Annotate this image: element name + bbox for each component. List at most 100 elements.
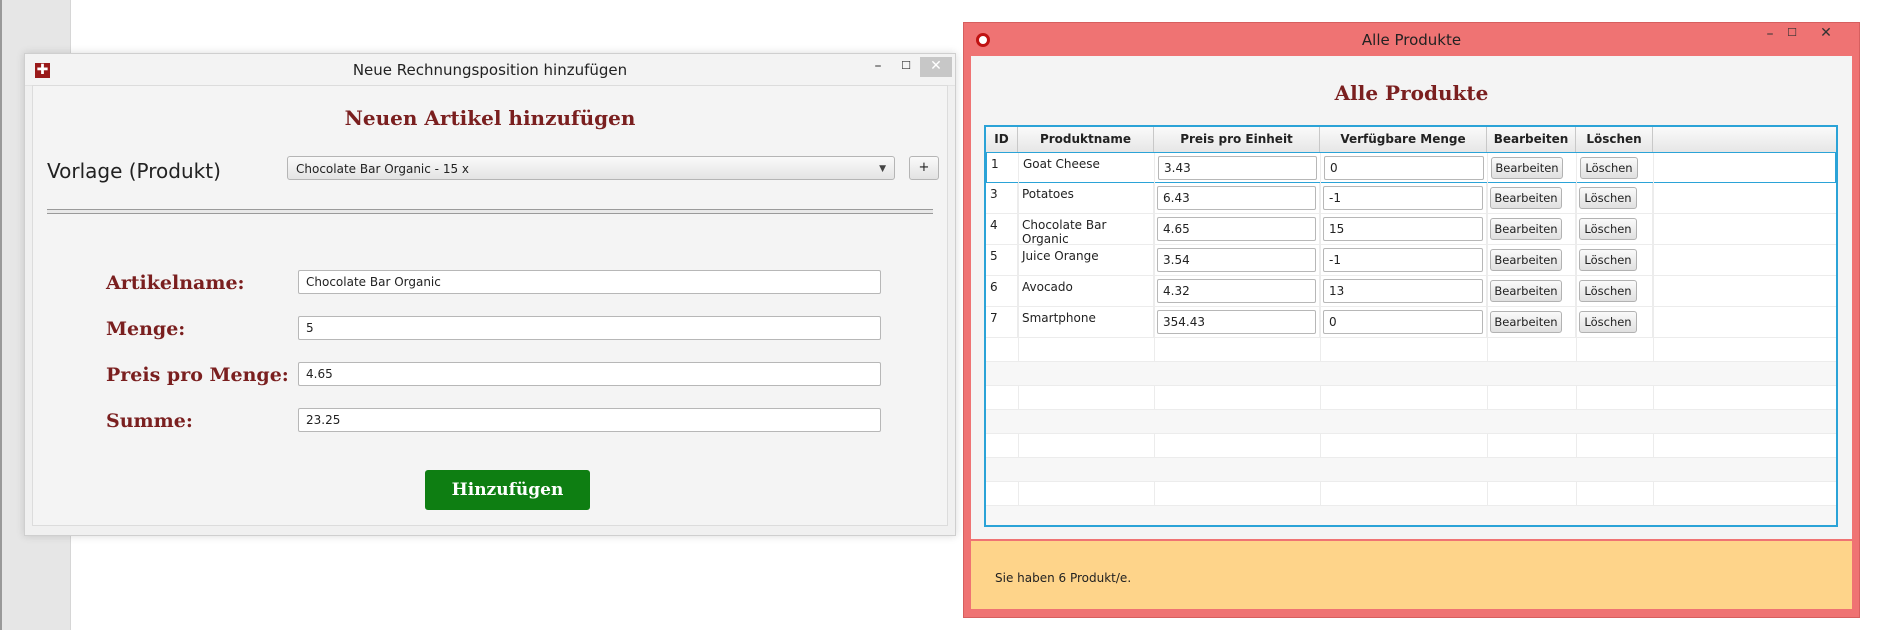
col-header-price[interactable]: Preis pro Einheit <box>1154 127 1320 152</box>
empty-row <box>986 434 1836 458</box>
col-header-name[interactable]: Produktname <box>1018 127 1154 152</box>
col-header-edit[interactable]: Bearbeiten <box>1487 127 1576 152</box>
empty-row <box>986 362 1836 386</box>
cell-name: Juice Orange <box>1018 245 1154 275</box>
cell-edit: Bearbeiten <box>1487 183 1576 213</box>
cell-edit: Bearbeiten <box>1487 245 1576 275</box>
col-header-qty[interactable]: Verfügbare Menge <box>1320 127 1487 152</box>
delete-button[interactable]: Löschen <box>1580 157 1638 179</box>
cell-name: Smartphone <box>1018 307 1154 337</box>
cell-price: 6.43 <box>1154 183 1320 213</box>
table-row[interactable]: 1 Goat Cheese 3.43 0 Bearbeiten Löschen <box>986 152 1836 183</box>
all-products-window: Alle Produkte – ☐ ✕ Alle Produkte ID Pro… <box>963 22 1860 618</box>
maximize-icon[interactable]: ☐ <box>896 57 916 77</box>
cell-id: 1 <box>987 153 1019 183</box>
cell-delete: Löschen <box>1576 307 1653 337</box>
qty-cell-input[interactable]: 0 <box>1323 310 1483 334</box>
edit-button[interactable]: Bearbeiten <box>1490 311 1562 333</box>
col-header-filler <box>1653 127 1836 152</box>
cell-delete: Löschen <box>1577 153 1654 183</box>
edit-button[interactable]: Bearbeiten <box>1490 218 1562 240</box>
edit-button[interactable]: Bearbeiten <box>1490 187 1562 209</box>
background-window-edge <box>0 0 2 630</box>
qty-cell-input[interactable]: -1 <box>1323 186 1483 210</box>
template-select-value: Chocolate Bar Organic - 15 x <box>296 162 470 176</box>
price-cell-input[interactable]: 3.54 <box>1157 248 1316 272</box>
price-cell-input[interactable]: 4.32 <box>1157 279 1316 303</box>
cell-qty: -1 <box>1320 245 1487 275</box>
empty-row <box>986 386 1836 410</box>
delete-button[interactable]: Löschen <box>1579 218 1637 240</box>
maximize-icon[interactable]: ☐ <box>1782 24 1802 44</box>
empty-row <box>986 458 1836 482</box>
cell-delete: Löschen <box>1576 183 1653 213</box>
price-cell-input[interactable]: 6.43 <box>1157 186 1316 210</box>
minimize-icon[interactable]: – <box>868 57 888 77</box>
add-invoice-line-dialog: ✚ Neue Rechnungsposition hinzufügen – ☐ … <box>24 53 956 536</box>
products-content: Alle Produkte ID Produktname Preis pro E… <box>971 56 1852 539</box>
cell-qty: 15 <box>1320 214 1487 244</box>
table-row[interactable]: 4 Chocolate Bar Organic 4.65 15 Bearbeit… <box>986 214 1836 246</box>
cell-name: Goat Cheese <box>1019 153 1155 183</box>
edit-button[interactable]: Bearbeiten <box>1490 280 1562 302</box>
cell-id: 7 <box>986 307 1018 337</box>
col-header-id[interactable]: ID <box>986 127 1018 152</box>
cell-id: 3 <box>986 183 1018 213</box>
price-cell-input[interactable]: 354.43 <box>1157 310 1316 334</box>
cell-price: 354.43 <box>1154 307 1320 337</box>
template-product-select[interactable]: Chocolate Bar Organic - 15 x ▼ <box>287 156 895 180</box>
empty-row <box>986 482 1836 506</box>
cell-name: Chocolate Bar Organic <box>1018 214 1154 246</box>
col-header-delete[interactable]: Löschen <box>1576 127 1653 152</box>
table-row[interactable]: 3 Potatoes 6.43 -1 Bearbeiten Löschen <box>986 183 1836 214</box>
qty-cell-input[interactable]: 15 <box>1323 217 1483 241</box>
cell-edit: Bearbeiten <box>1487 307 1576 337</box>
delete-button[interactable]: Löschen <box>1579 249 1637 271</box>
products-footer: Sie haben 6 Produkt/e. <box>971 541 1852 609</box>
table-row[interactable]: 5 Juice Orange 3.54 -1 Bearbeiten Lösche… <box>986 245 1836 276</box>
dialog-titlebar[interactable]: ✚ Neue Rechnungsposition hinzufügen – ☐ … <box>25 54 955 86</box>
dialog-title: Neue Rechnungsposition hinzufügen <box>352 61 628 79</box>
products-heading: Alle Produkte <box>1334 81 1489 105</box>
cell-edit: Bearbeiten <box>1487 276 1576 306</box>
delete-button[interactable]: Löschen <box>1579 187 1637 209</box>
cell-name: Potatoes <box>1018 183 1154 213</box>
table-row[interactable]: 6 Avocado 4.32 13 Bearbeiten Löschen <box>986 276 1836 307</box>
price-cell-input[interactable]: 3.43 <box>1158 156 1317 180</box>
products-table[interactable]: ID Produktname Preis pro Einheit Verfügb… <box>984 125 1838 527</box>
separator <box>47 209 933 214</box>
products-window-title: Alle Produkte <box>1361 31 1462 49</box>
minimize-icon[interactable]: – <box>1760 25 1780 45</box>
article-name-input[interactable]: Chocolate Bar Organic <box>298 270 881 294</box>
dialog-heading: Neuen Artikel hinzufügen <box>344 106 636 130</box>
template-label: Vorlage (Produkt) <box>47 159 221 183</box>
cell-delete: Löschen <box>1576 276 1653 306</box>
cell-qty: 13 <box>1320 276 1487 306</box>
delete-button[interactable]: Löschen <box>1579 311 1637 333</box>
cell-name: Avocado <box>1018 276 1154 306</box>
qty-cell-input[interactable]: -1 <box>1323 248 1483 272</box>
sum-label: Summe: <box>106 410 193 432</box>
close-icon[interactable]: ✕ <box>1806 24 1846 44</box>
delete-button[interactable]: Löschen <box>1579 280 1637 302</box>
cell-price: 4.65 <box>1154 214 1320 244</box>
cell-price: 3.54 <box>1154 245 1320 275</box>
qty-cell-input[interactable]: 0 <box>1324 156 1484 180</box>
cell-delete: Löschen <box>1576 245 1653 275</box>
sum-input[interactable]: 23.25 <box>298 408 881 432</box>
table-header: ID Produktname Preis pro Einheit Verfügb… <box>986 127 1836 153</box>
add-template-button[interactable]: + <box>909 156 939 180</box>
price-input[interactable]: 4.65 <box>298 362 881 386</box>
edit-button[interactable]: Bearbeiten <box>1490 249 1562 271</box>
qty-cell-input[interactable]: 13 <box>1323 279 1483 303</box>
table-row[interactable]: 7 Smartphone 354.43 0 Bearbeiten Löschen <box>986 307 1836 338</box>
quantity-input[interactable]: 5 <box>298 316 881 340</box>
price-cell-input[interactable]: 4.65 <box>1157 217 1316 241</box>
cell-delete: Löschen <box>1576 214 1653 244</box>
quantity-label: Menge: <box>106 318 186 340</box>
cell-id: 6 <box>986 276 1018 306</box>
edit-button[interactable]: Bearbeiten <box>1491 157 1563 179</box>
close-icon[interactable]: ✕ <box>920 57 952 77</box>
add-button[interactable]: Hinzufügen <box>425 470 590 510</box>
products-titlebar[interactable]: Alle Produkte – ☐ ✕ <box>964 23 1859 56</box>
